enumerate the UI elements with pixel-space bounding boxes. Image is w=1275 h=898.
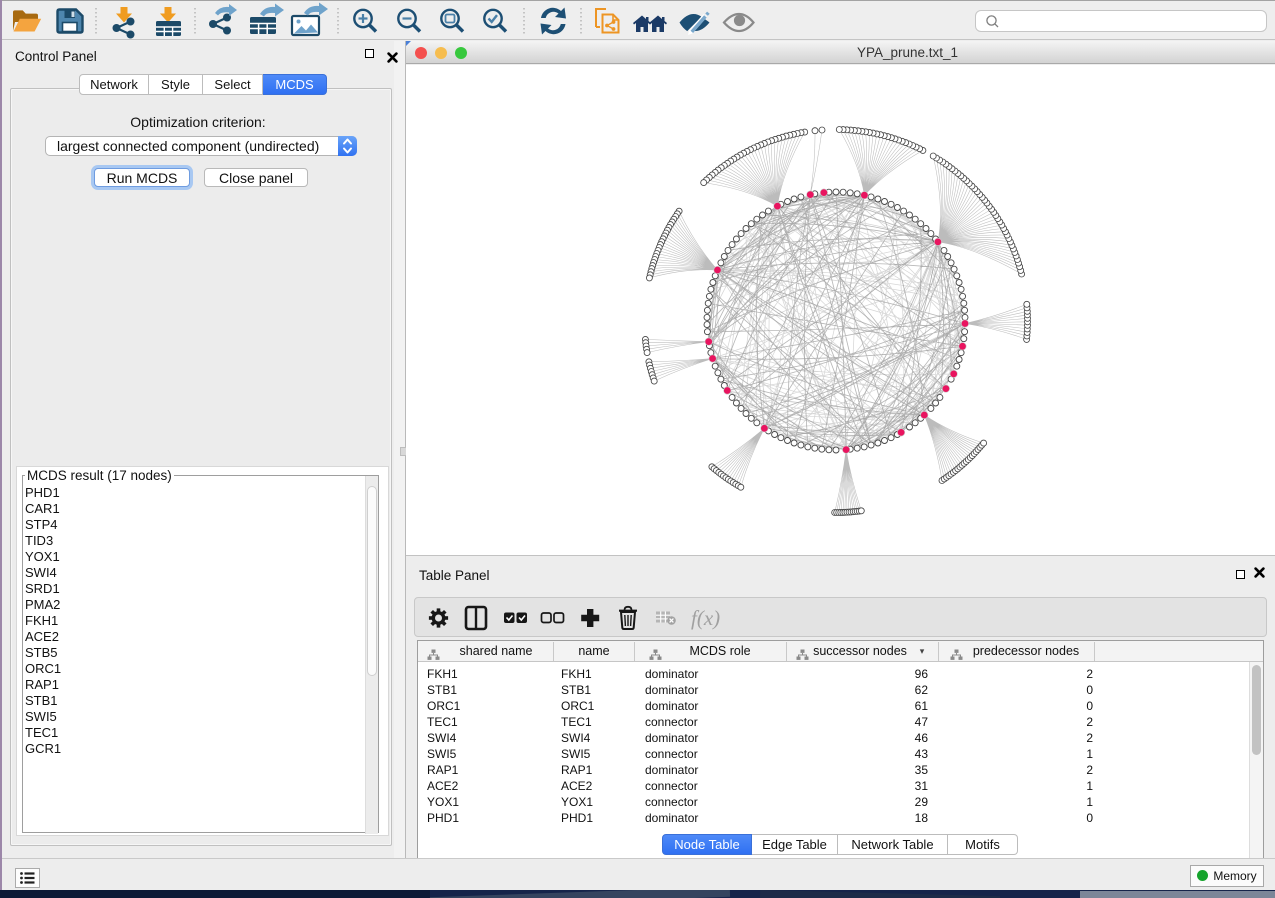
svg-text:f(x): f(x) — [691, 606, 720, 630]
